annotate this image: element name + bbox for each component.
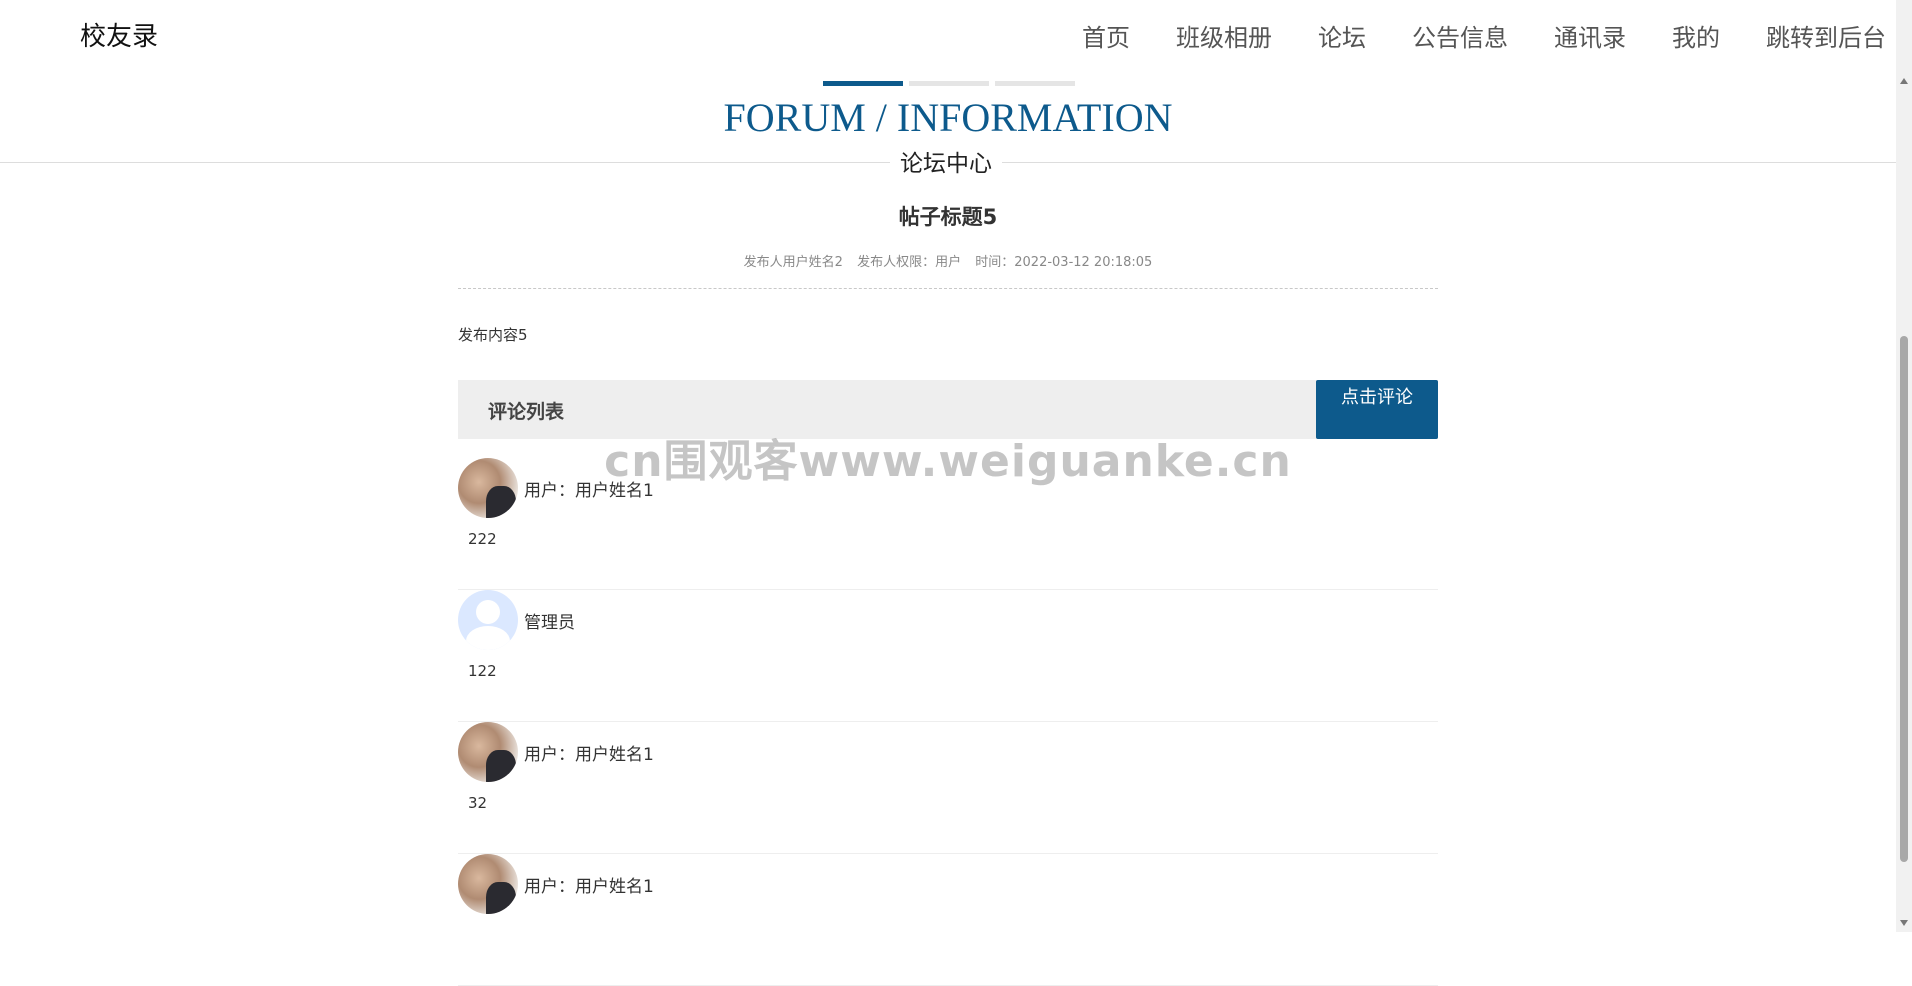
default-user-avatar bbox=[458, 590, 518, 650]
post-author-role: 发布人权限：用户 bbox=[857, 255, 962, 270]
nav-item-announcements[interactable]: 公告信息 bbox=[1412, 18, 1508, 53]
tab-indicator-3[interactable] bbox=[995, 81, 1075, 86]
nav-item-class-album[interactable]: 班级相册 bbox=[1176, 18, 1272, 53]
comment-list-header: 评论列表 点击评论 bbox=[458, 380, 1438, 439]
comment-list-title: 评论列表 bbox=[488, 401, 565, 423]
user-photo-avatar bbox=[458, 722, 518, 782]
comment-text: 222 bbox=[468, 530, 497, 548]
section-title-en: FORUM / INFORMATION bbox=[723, 95, 1173, 140]
tab-indicator-2[interactable] bbox=[909, 81, 989, 86]
scroll-up-arrow-icon[interactable] bbox=[1900, 78, 1908, 84]
comment-item: 用户：用户姓名1 32 bbox=[458, 722, 1438, 854]
user-photo-avatar bbox=[458, 854, 518, 914]
scrollbar-thumb[interactable] bbox=[1900, 336, 1908, 862]
comment-item: 用户：用户姓名1 bbox=[458, 854, 1438, 986]
site-logo[interactable]: 校友录 bbox=[80, 16, 158, 53]
main-nav: 首页 班级相册 论坛 公告信息 通讯录 我的 跳转到后台 bbox=[1036, 18, 1896, 53]
comment-text: 122 bbox=[468, 662, 497, 680]
section-tab-indicator bbox=[823, 81, 1075, 86]
nav-item-forum[interactable]: 论坛 bbox=[1318, 18, 1366, 53]
comment-text: 32 bbox=[468, 794, 488, 812]
comment-author: 用户：用户姓名1 bbox=[524, 745, 654, 765]
comment-list: 用户：用户姓名1 222 管理员 122 用户：用户姓名1 32 用户：用户姓名… bbox=[458, 458, 1438, 986]
nav-item-contacts[interactable]: 通讯录 bbox=[1554, 18, 1626, 53]
tab-indicator-1[interactable] bbox=[823, 81, 903, 86]
scroll-down-arrow-icon[interactable] bbox=[1900, 920, 1908, 926]
post-content: 发布内容5 bbox=[458, 326, 528, 344]
post-meta: 发布人用户姓名2 发布人权限：用户 时间：2022-03-12 20:18:05 bbox=[0, 251, 1896, 270]
nav-item-home[interactable]: 首页 bbox=[1082, 18, 1130, 53]
nav-item-admin[interactable]: 跳转到后台 bbox=[1766, 18, 1886, 53]
post-author: 发布人用户姓名2 bbox=[743, 255, 843, 270]
nav-item-mine[interactable]: 我的 bbox=[1672, 18, 1720, 53]
user-photo-avatar bbox=[458, 458, 518, 518]
post-divider bbox=[458, 288, 1438, 289]
page-scrollbar[interactable] bbox=[1896, 0, 1912, 932]
comment-item: 用户：用户姓名1 222 bbox=[458, 458, 1438, 590]
add-comment-button[interactable]: 点击评论 bbox=[1316, 380, 1438, 439]
post-time: 时间：2022-03-12 20:18:05 bbox=[975, 255, 1153, 270]
top-navbar: 校友录 首页 班级相册 论坛 公告信息 通讯录 我的 跳转到后台 bbox=[0, 0, 1896, 70]
section-title-cn: 论坛中心 bbox=[890, 144, 1002, 178]
comment-item: 管理员 122 bbox=[458, 590, 1438, 722]
comment-author: 用户：用户姓名1 bbox=[524, 481, 654, 501]
post-title: 帖子标题5 bbox=[898, 205, 998, 229]
comment-author: 管理员 bbox=[524, 613, 575, 633]
comment-author: 用户：用户姓名1 bbox=[524, 877, 654, 897]
